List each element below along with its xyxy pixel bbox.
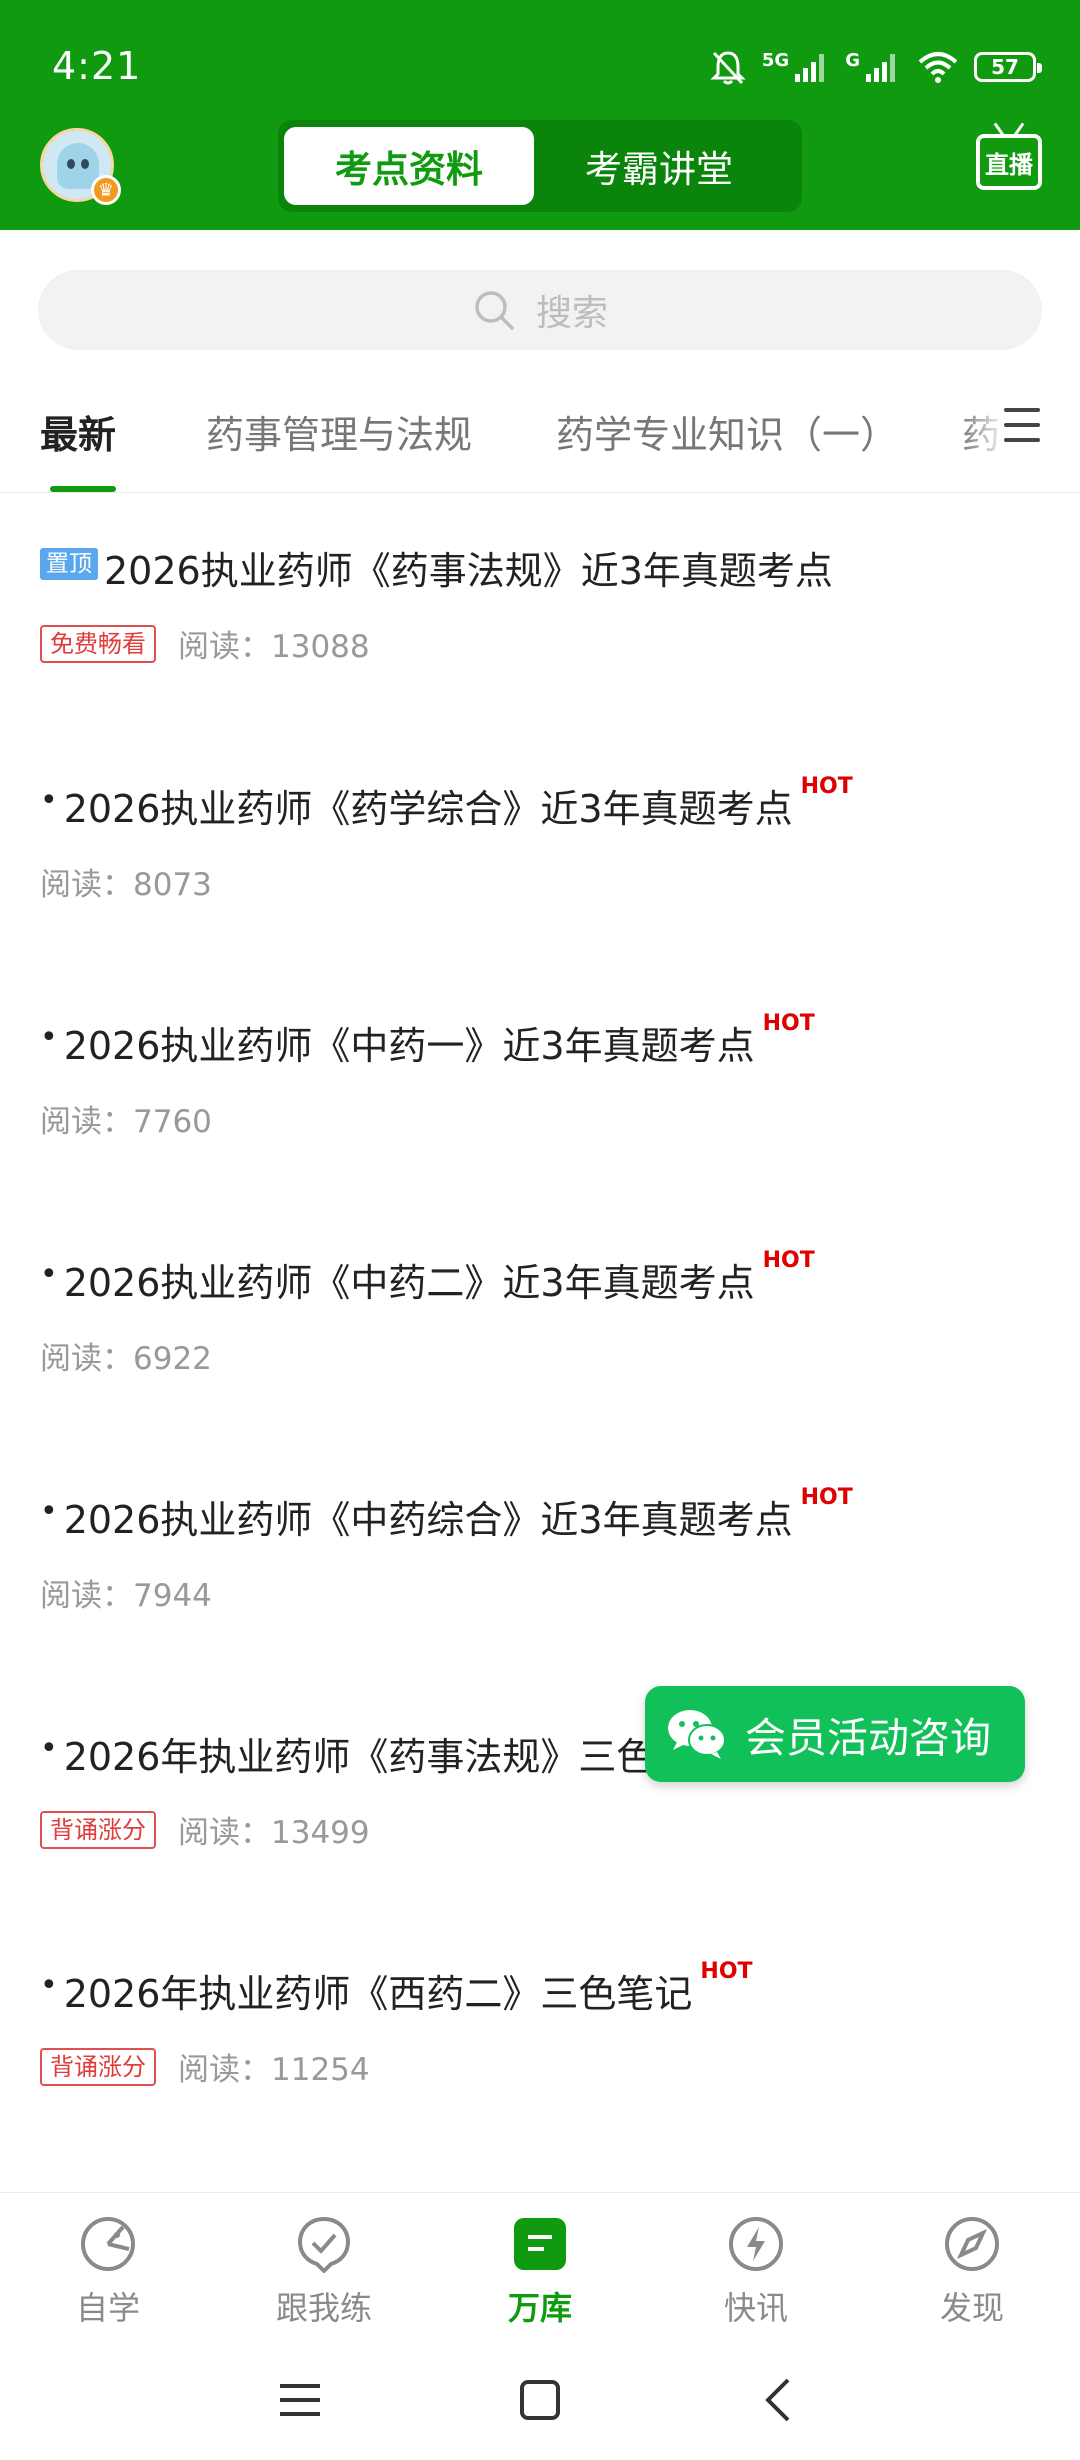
read-count: 阅读：8073 (40, 867, 212, 903)
nav-self-study[interactable]: 自学 (28, 2215, 188, 2329)
memorize-tag: 背诵涨分 (40, 2047, 156, 2086)
status-time: 4:21 (52, 44, 142, 88)
tab-exam-materials[interactable]: 考点资料 (284, 127, 534, 205)
read-count: 阅读：13499 (178, 1815, 370, 1851)
header: ♛ 考点资料 考霸讲堂 直播 (0, 120, 1080, 230)
back-icon[interactable] (754, 2374, 806, 2426)
read-count: 阅读：11254 (178, 2052, 370, 2088)
consult-label: 会员活动咨询 (745, 1714, 991, 1762)
nav-label: 快讯 (723, 2289, 788, 2327)
item-title: 2026执业药师《中药一》近3年真题考点 (63, 1024, 755, 1068)
list-item[interactable]: • 2026执业药师《中药一》近3年真题考点 HOT 阅读：7760 (40, 1011, 1040, 1141)
signal-icon (795, 54, 825, 82)
list-item[interactable]: • 2026执业药师《中药综合》近3年真题考点 HOT 阅读：7944 (40, 1485, 1040, 1615)
list-item[interactable]: • 2026执业药师《中药二》近3年真题考点 HOT 阅读：6922 (40, 1248, 1040, 1378)
library-icon (514, 2218, 566, 2270)
nav-label: 发现 (939, 2289, 1004, 2327)
read-count: 阅读：13088 (178, 629, 370, 665)
home-icon[interactable] (514, 2374, 566, 2426)
search-placeholder: 搜索 (535, 293, 608, 334)
item-title: 2026年执业药师《西药二》三色笔记 (63, 1972, 693, 2016)
hot-badge: HOT (800, 774, 853, 799)
list-item[interactable]: 置顶 2026执业药师《药事法规》近3年真题考点 免费畅看 阅读：13088 (40, 540, 1040, 666)
item-title: 2026执业药师《药事法规》近3年真题考点 (104, 549, 833, 593)
battery-icon: 57 (974, 52, 1042, 82)
member-consult-button[interactable]: 会员活动咨询 (645, 1686, 1025, 1782)
list-item[interactable]: • 2026年执业药师《西药二》三色笔记 HOT 背诵涨分 阅读：11254 (40, 1959, 1040, 2089)
nav-flash-news[interactable]: 快讯 (676, 2215, 836, 2329)
live-label: 直播 (985, 150, 1033, 179)
category-tab-pharmacy-knowledge-1[interactable]: 药学专业知识（一） (556, 404, 898, 459)
item-title: 2026执业药师《中药综合》近3年真题考点 (63, 1498, 793, 1542)
search-bar[interactable]: 搜索 (38, 270, 1042, 350)
compass-icon (945, 2217, 999, 2271)
mute-bell-icon (710, 51, 746, 85)
nav-practice[interactable]: 跟我练 (244, 2215, 404, 2329)
battery-level: 57 (991, 55, 1019, 79)
system-nav (0, 2340, 1080, 2460)
signal-label-g: G (845, 49, 860, 71)
item-title: 2026年执业药师《药事法规》三色 (63, 1735, 655, 1779)
read-count: 阅读：7760 (40, 1104, 212, 1140)
memorize-tag: 背诵涨分 (40, 1810, 156, 1849)
hot-badge: HOT (762, 1011, 815, 1036)
menu-icon[interactable] (274, 2374, 326, 2426)
status-bar: 4:21 5G G 57 (0, 0, 1080, 120)
bottom-nav: 自学 跟我练 万库 快讯 发现 (0, 2192, 1080, 2333)
nav-label: 万库 (507, 2289, 572, 2327)
nav-library[interactable]: 万库 (460, 2215, 620, 2329)
signal-label-5g: 5G (761, 49, 790, 71)
list-item[interactable]: • 2026执业药师《药学综合》近3年真题考点 HOT 阅读：8073 (40, 774, 1040, 904)
self-study-icon (81, 2217, 135, 2271)
category-menu-icon[interactable] (1004, 408, 1040, 442)
hot-badge: HOT (762, 1248, 815, 1273)
nav-discover[interactable]: 发现 (892, 2215, 1052, 2329)
flash-news-icon (729, 2217, 783, 2271)
wifi-icon (918, 52, 958, 83)
avatar[interactable]: ♛ (40, 128, 121, 205)
category-tab-pharmacy-law[interactable]: 药事管理与法规 (206, 404, 472, 459)
tab-lecture-hall[interactable]: 考霸讲堂 (534, 127, 784, 205)
status-icons: 5G G 57 (708, 44, 1042, 90)
crown-badge-icon: ♛ (91, 175, 121, 205)
category-tabs: 最新 药事管理与法规 药学专业知识（一） 药 (0, 380, 1080, 493)
live-tv-icon[interactable]: 直播 (976, 134, 1042, 190)
nav-label: 自学 (75, 2289, 140, 2327)
practice-icon (297, 2216, 351, 2274)
signal-icon-2 (866, 54, 895, 82)
item-title: 2026执业药师《中药二》近3年真题考点 (63, 1261, 755, 1305)
read-count: 阅读：6922 (40, 1341, 212, 1377)
read-count: 阅读：7944 (40, 1578, 212, 1614)
pinned-tag: 置顶 (40, 548, 98, 580)
hot-badge: HOT (700, 1959, 753, 1984)
category-active-indicator (50, 486, 116, 492)
item-title: 2026执业药师《药学综合》近3年真题考点 (63, 787, 793, 831)
free-view-tag: 免费畅看 (40, 624, 156, 663)
wechat-icon (668, 1710, 726, 1759)
nav-label: 跟我练 (275, 2289, 372, 2327)
category-tab-latest[interactable]: 最新 (40, 404, 116, 459)
header-segment: 考点资料 考霸讲堂 (278, 120, 802, 212)
hot-badge: HOT (800, 1485, 853, 1510)
search-icon (475, 291, 514, 330)
